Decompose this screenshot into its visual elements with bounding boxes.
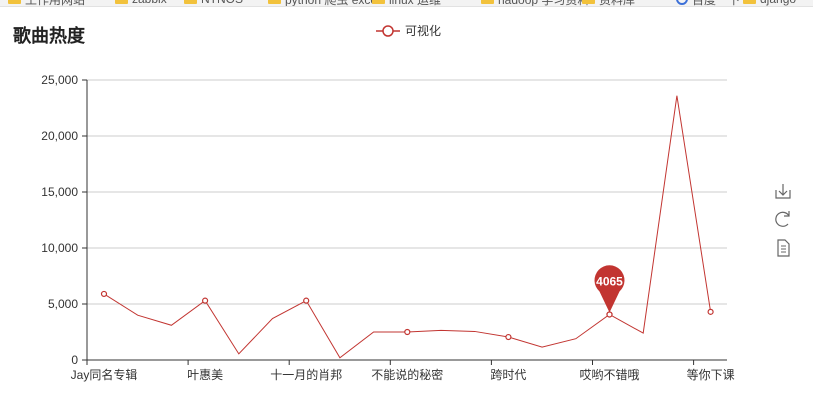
download-icon[interactable] xyxy=(775,184,791,199)
line-chart: 0 5,000 10,000 15,000 20,000 25,000 Jay同名专辑 叶惠美… xyxy=(41,23,791,382)
y-tick-label: 5,000 xyxy=(48,297,78,311)
x-tick-label: 哎哟不错哦 xyxy=(579,368,639,382)
y-tick-label: 0 xyxy=(71,353,78,367)
x-tick-label: 等你下课 xyxy=(687,368,735,382)
y-tick-label: 25,000 xyxy=(41,73,78,87)
document-icon[interactable] xyxy=(777,239,790,257)
x-tick-label: 跨时代 xyxy=(490,368,526,382)
y-tick-label: 20,000 xyxy=(41,129,78,143)
x-tick-label: 十一月的肖邦 xyxy=(270,367,342,382)
series-line xyxy=(103,95,712,359)
marked-data-point[interactable] xyxy=(606,311,613,318)
y-tick-label: 15,000 xyxy=(41,185,78,199)
data-point[interactable] xyxy=(707,308,714,315)
data-point[interactable] xyxy=(100,290,108,298)
refresh-icon[interactable] xyxy=(775,211,790,227)
data-point[interactable] xyxy=(404,328,411,336)
data-point[interactable] xyxy=(202,297,209,304)
x-tick-label: 不能说的秘密 xyxy=(371,367,443,382)
x-tick-label: Jay同名专辑 xyxy=(71,367,138,382)
max-pin-label: 4065 xyxy=(596,274,623,288)
legend-symbol[interactable] xyxy=(382,25,394,37)
legend-label[interactable]: 可视化 xyxy=(405,23,441,38)
max-pin-marker[interactable] xyxy=(594,265,625,313)
data-point[interactable] xyxy=(303,297,310,304)
x-tick-label: 叶惠美 xyxy=(187,368,223,382)
data-point[interactable] xyxy=(505,333,512,341)
y-tick-label: 10,000 xyxy=(41,241,78,255)
